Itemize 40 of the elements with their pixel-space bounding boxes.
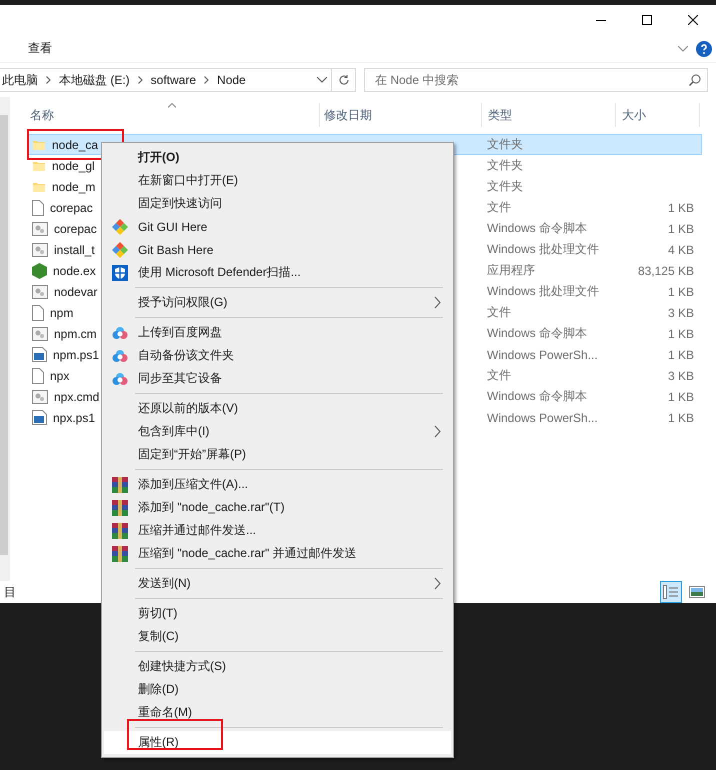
type-cell-text: Windows 命令脚本: [486, 220, 588, 237]
type-cell-text: 文件夹: [486, 178, 524, 195]
size-cell-text: 1 KB: [666, 410, 695, 424]
type-cell-text: 文件夹: [486, 136, 524, 153]
size-cell-text: 1 KB: [666, 222, 695, 236]
type-cell-text: Windows PowerSh...: [486, 410, 599, 424]
size-cell-text: 4 KB: [666, 242, 695, 256]
file-name: npm: [50, 306, 74, 320]
type-cell-text: Windows PowerSh...: [486, 348, 599, 362]
file-name: install_t: [54, 242, 95, 256]
file-name: node.ex: [53, 264, 96, 278]
type-cell-text: 文件: [486, 367, 512, 384]
size-cell-text: 3 KB: [666, 368, 695, 382]
status-text: 目: [4, 584, 16, 600]
type-cell-text: Windows 命令脚本: [486, 388, 588, 405]
file-name: node_m: [52, 180, 96, 194]
type-cell-text: 文件: [486, 304, 512, 321]
size-cell-text: 3 KB: [666, 306, 695, 320]
file-name: npx.ps1: [53, 410, 96, 424]
file-name: nodevar: [54, 284, 98, 298]
size-cell-text: 1 KB: [666, 390, 695, 404]
type-cell-text: 文件夹: [486, 157, 524, 174]
file-name: node_gl: [52, 158, 95, 172]
file-name: corepac: [54, 222, 97, 236]
type-cell-text: 文件: [486, 199, 512, 216]
type-cell-text: Windows 批处理文件: [486, 241, 600, 258]
file-name: npm.ps1: [53, 348, 100, 362]
type-cell-text: Windows 批处理文件: [486, 283, 600, 300]
size-cell-text: 1 KB: [666, 348, 695, 362]
size-cell-text: 1 KB: [666, 326, 695, 340]
size-cell-text: 83,125 KB: [636, 264, 695, 278]
file-name: npx: [50, 368, 70, 382]
type-cell-text: Windows 命令脚本: [486, 325, 588, 342]
file-name: corepac: [50, 200, 93, 214]
type-cell-text: 应用程序: [486, 262, 536, 279]
file-name: npx.cmd: [54, 390, 100, 404]
file-name: node_ca: [52, 138, 98, 152]
size-cell-text: 1 KB: [666, 200, 695, 214]
size-cell-text: 1 KB: [666, 284, 695, 298]
file-name: npm.cm: [54, 326, 97, 340]
